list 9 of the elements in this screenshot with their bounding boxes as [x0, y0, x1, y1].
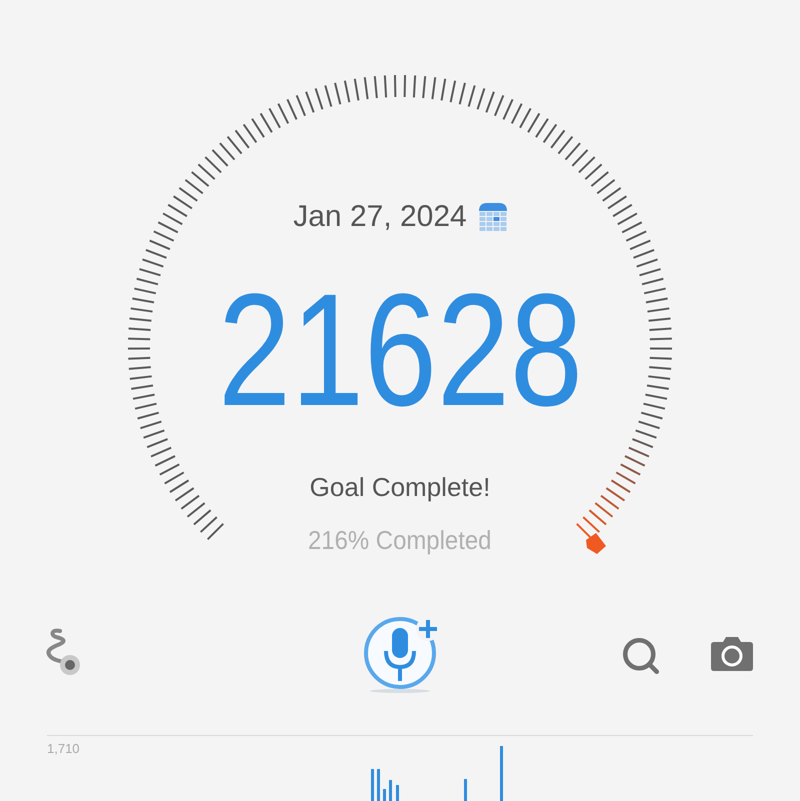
- camera-icon[interactable]: [711, 635, 753, 671]
- axis-label: 1,710: [47, 741, 80, 756]
- search-icon[interactable]: [620, 635, 662, 677]
- calendar-icon[interactable]: [478, 203, 507, 231]
- gauge-marker-icon: [586, 533, 606, 554]
- step-count: 21628: [218, 270, 582, 430]
- date-label: Jan 27, 2024: [293, 199, 467, 235]
- goal-status: Goal Complete!: [310, 472, 490, 503]
- progress-percent: 216% Completed: [308, 525, 492, 556]
